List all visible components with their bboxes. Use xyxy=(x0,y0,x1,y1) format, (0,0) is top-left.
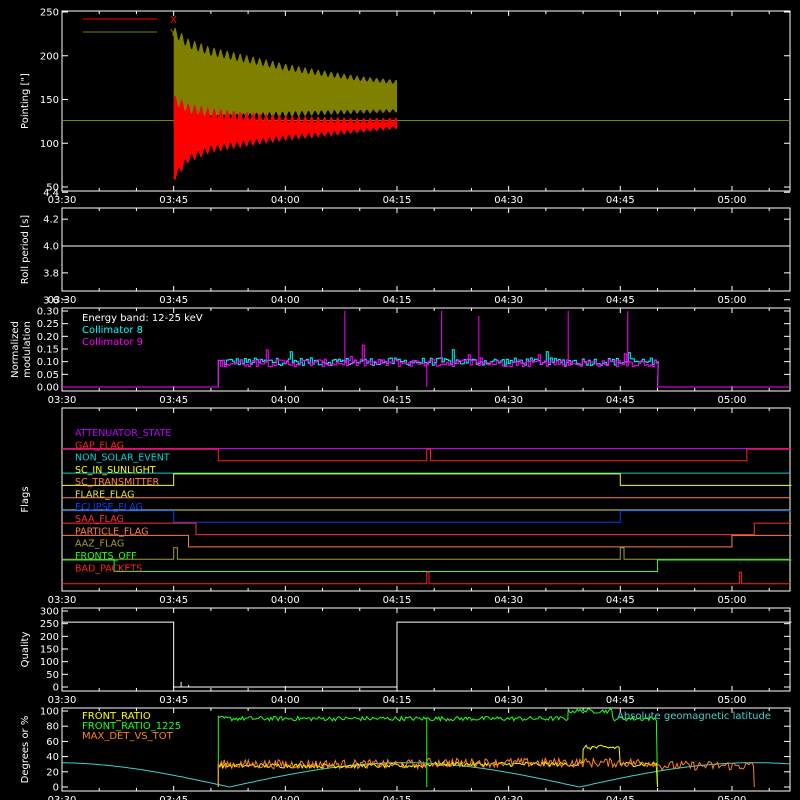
x-tick-label: 05:00 xyxy=(718,695,747,706)
y-tick-label: 0 xyxy=(53,683,59,694)
x-tick-label: 04:30 xyxy=(494,295,523,306)
y-tick-label: 4.2 xyxy=(43,215,59,226)
y-axis-label: Roll period [s] xyxy=(20,215,31,284)
x-tick-label: 03:30 xyxy=(48,595,77,606)
x-tick-label: 04:15 xyxy=(383,695,412,706)
x-tick-label: 03:45 xyxy=(159,695,188,706)
x-tick-label: 04:30 xyxy=(494,395,523,406)
x-tick-label: 03:45 xyxy=(159,795,188,800)
x-tick-label: 04:30 xyxy=(494,695,523,706)
legend-label-y: Y xyxy=(169,28,177,39)
x-tick-label: 05:00 xyxy=(718,295,747,306)
y-axis-label: Normalized xyxy=(10,321,21,378)
x-tick-label: 03:30 xyxy=(48,695,77,706)
y-tick-label: 250 xyxy=(40,619,59,630)
y-tick-label: 150 xyxy=(40,645,59,656)
y-tick-label: 100 xyxy=(40,657,59,668)
y-axis-label: modulation xyxy=(22,321,33,378)
y-tick-label: 0.25 xyxy=(37,319,59,330)
y-tick-label: 100 xyxy=(40,707,59,718)
x-tick-label: 03:30 xyxy=(48,795,77,800)
x-tick-label: 03:45 xyxy=(159,295,188,306)
y-axis-label: Pointing ["] xyxy=(20,73,31,129)
legend-label-x: X xyxy=(170,15,177,26)
y-tick-label: 0.10 xyxy=(37,357,59,368)
x-tick-label: 04:00 xyxy=(271,395,300,406)
flag-label-flare-flag: FLARE_FLAG xyxy=(75,490,135,501)
x-tick-label: 04:45 xyxy=(606,595,635,606)
x-tick-label: 04:15 xyxy=(383,195,412,206)
y-tick-label: 4.4 xyxy=(43,188,59,199)
y-tick-label: 200 xyxy=(40,632,59,643)
y-axis-label: Quality xyxy=(20,632,31,668)
flag-label-sc-transmitter: SC_TRANSMITTER xyxy=(75,477,160,488)
x-tick-label: 04:30 xyxy=(494,595,523,606)
flag-label-non-solar-event: NON_SOLAR_EVENT xyxy=(75,453,170,464)
geomagnetic-latitude-annotation: Absolute geomagnetic latitude xyxy=(617,711,771,722)
y-tick-label: 0.15 xyxy=(37,345,59,356)
x-tick-label: 04:30 xyxy=(494,795,523,800)
x-tick-label: 04:45 xyxy=(606,395,635,406)
flag-label-attenuator-state: ATTENUATOR_STATE xyxy=(75,428,171,439)
x-tick-label: 04:15 xyxy=(383,395,412,406)
y-tick-label: 40 xyxy=(46,752,59,763)
x-tick-label: 04:00 xyxy=(271,195,300,206)
y-tick-label: 0.20 xyxy=(37,332,59,343)
y-tick-label: 0.05 xyxy=(37,370,59,381)
figure: 03:30 03:45 04:00 04:15 04:30 04:45 05:00 Point… xyxy=(0,0,800,800)
y-tick-label: 0 xyxy=(53,783,59,794)
flag-label-aaz-flag: AAZ_FLAG xyxy=(75,539,124,550)
y-tick-label: 0.00 xyxy=(37,383,59,394)
x-tick-label: 04:15 xyxy=(383,795,412,800)
x-tick-label: 04:45 xyxy=(606,695,635,706)
y-tick-label: 60 xyxy=(46,737,59,748)
y-tick-label: 20 xyxy=(46,767,59,778)
flag-label-bad-packets: BAD_PACKETS xyxy=(75,563,142,574)
x-tick-label: 04:45 xyxy=(606,795,635,800)
y-axis-label: Degrees or % xyxy=(20,716,31,784)
y-tick-label: 3.6 xyxy=(43,295,59,306)
x-tick-label: 04:15 xyxy=(383,595,412,606)
x-tick-label: 05:00 xyxy=(718,195,747,206)
y-tick-label: 80 xyxy=(46,722,59,733)
energy-band-annotation: Energy band: 12-25 keV xyxy=(82,313,203,324)
y-tick-label: 250 xyxy=(40,8,59,19)
x-tick-label: 04:00 xyxy=(271,795,300,800)
y-tick-label: 0.30 xyxy=(37,307,59,318)
x-tick-label: 04:45 xyxy=(606,295,635,306)
x-tick-label: 04:00 xyxy=(271,595,300,606)
x-tick-label: 04:15 xyxy=(383,295,412,306)
x-tick-label: 05:00 xyxy=(718,395,747,406)
x-tick-label: 04:00 xyxy=(271,295,300,306)
y-tick-label: 4.0 xyxy=(43,242,59,253)
legend-label-collimator: Collimator 9 xyxy=(82,337,143,348)
y-tick-label: 50 xyxy=(46,670,59,681)
x-tick-label: 05:00 xyxy=(718,595,747,606)
legend-label-max-det-vs-tot: MAX_DET_VS_TOT xyxy=(82,731,174,742)
x-tick-label: 04:45 xyxy=(606,195,635,206)
x-tick-label: 04:00 xyxy=(271,695,300,706)
y-axis-label: Flags xyxy=(20,486,31,512)
y-tick-label: 300 xyxy=(40,607,59,618)
y-tick-label: 200 xyxy=(40,51,59,62)
y-tick-label: 3.8 xyxy=(43,268,59,279)
legend-label-collimator: Collimator 8 xyxy=(82,325,143,336)
x-tick-label: 05:00 xyxy=(718,795,747,800)
x-tick-label: 03:45 xyxy=(159,595,188,606)
x-tick-label: 03:45 xyxy=(159,395,188,406)
flag-label-sc-in-sunlight: SC_IN_SUNLIGHT xyxy=(75,465,156,476)
y-tick-label: 150 xyxy=(40,95,59,106)
x-tick-label: 04:30 xyxy=(494,195,523,206)
y-tick-label: 100 xyxy=(40,139,59,150)
x-tick-label: 03:30 xyxy=(48,395,77,406)
x-tick-label: 03:45 xyxy=(159,195,188,206)
